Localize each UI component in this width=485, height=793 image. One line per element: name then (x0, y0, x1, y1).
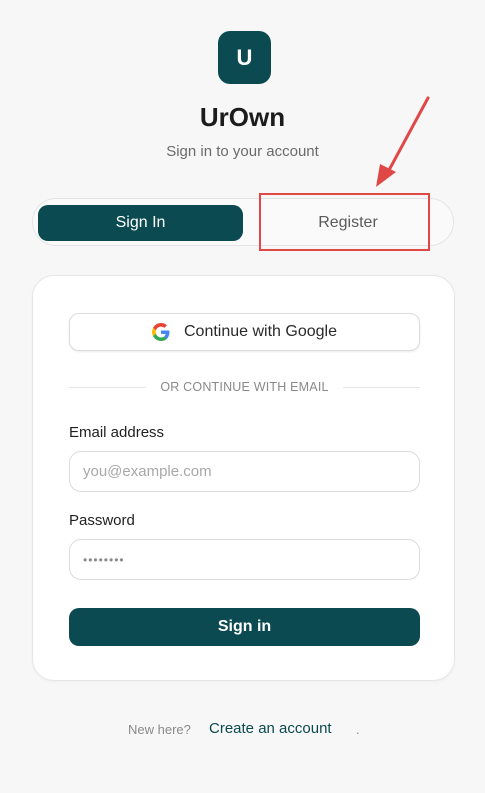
tab-register-label: Register (318, 214, 378, 231)
footer-prompt: New here? (128, 722, 191, 737)
continue-with-google-label: Continue with Google (184, 323, 337, 340)
divider-text: OR CONTINUE WITH EMAIL (160, 380, 329, 394)
footer: New here? Create an account . (0, 720, 485, 740)
sign-in-card: Continue with Google OR CONTINUE WITH EM… (32, 275, 455, 681)
logo-letter: U (236, 44, 253, 70)
login-page: U UrOwn Sign in to your account Sign In … (0, 0, 485, 793)
app-title: UrOwn (199, 102, 286, 132)
sign-in-button[interactable]: Sign in (69, 608, 420, 646)
auth-tabs: Sign In Register (32, 198, 454, 246)
app-logo: U (218, 31, 271, 84)
divider-line-left (69, 386, 147, 388)
continue-with-google-button[interactable]: Continue with Google (69, 313, 420, 351)
google-g-icon (152, 323, 170, 341)
app-subtitle: Sign in to your account (166, 143, 319, 160)
or-divider: OR CONTINUE WITH EMAIL (69, 379, 421, 395)
tab-register[interactable]: Register (248, 205, 448, 241)
divider-line-right (342, 386, 421, 388)
password-label: Password (69, 512, 135, 529)
sign-in-button-label: Sign in (217, 618, 272, 635)
password-field[interactable] (69, 539, 420, 580)
footer-trailing: . (356, 722, 360, 737)
tab-sign-in[interactable]: Sign In (38, 205, 243, 241)
email-field[interactable] (69, 451, 420, 492)
create-account-link[interactable]: Create an account (209, 720, 332, 737)
tab-sign-in-label: Sign In (115, 214, 166, 231)
email-label: Email address (69, 424, 165, 441)
